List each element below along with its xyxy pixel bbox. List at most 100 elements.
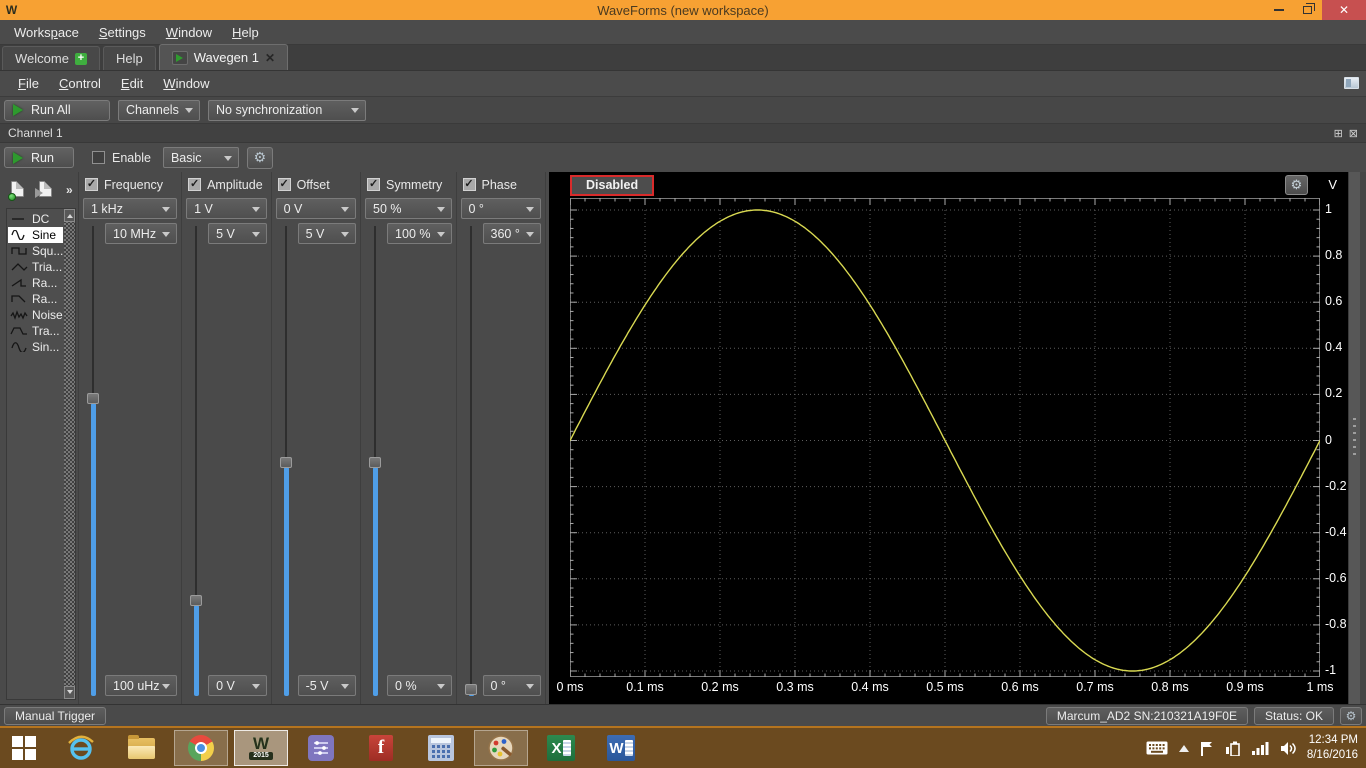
manual-trigger-button[interactable]: Manual Trigger [4,706,107,725]
waveform-label: Tra... [32,324,60,338]
tab-wavegen-1[interactable]: Wavegen 1 ✕ [158,44,289,70]
taskbar-internet-explorer-icon[interactable] [54,728,108,768]
close-tab-icon[interactable]: ✕ [265,51,275,65]
menu-settings[interactable]: Settings [89,20,156,44]
wavegen-menu-file[interactable]: File [8,71,49,96]
battery-icon[interactable] [1225,741,1241,756]
wavegen-menu-edit[interactable]: Edit [111,71,153,96]
system-tray: 12:34 PM 8/16/2016 [1146,733,1366,763]
menu-help[interactable]: Help [222,20,269,44]
taskbar-chrome-icon[interactable] [174,730,228,766]
amplitude-min-dropdown[interactable]: 0 V [208,675,267,696]
device-button[interactable]: Marcum_AD2 SN:210321A19F0E [1045,706,1248,725]
channel-settings-gear-button[interactable] [246,146,273,169]
waveform-item-sinepower[interactable]: Sin... [8,339,63,355]
phase-slider[interactable] [464,226,478,696]
symmetry-min-dropdown[interactable]: 0 % [387,675,452,696]
phase-checkbox[interactable] [462,178,476,191]
amplitude-slider-handle[interactable] [190,595,203,606]
waveform-item-trapezium[interactable]: Tra... [8,323,63,339]
scroll-up-button[interactable] [64,209,75,222]
symmetry-checkbox[interactable] [367,178,381,191]
keyboard-icon[interactable] [1146,741,1168,755]
mode-dropdown[interactable]: Basic [162,147,239,168]
offset-value-dropdown[interactable]: 0 V [275,198,357,219]
add-tab-icon[interactable]: + [74,52,87,65]
waveform-item-sine[interactable]: Sine [8,227,63,243]
offset-max-dropdown[interactable]: 5 V [297,223,357,244]
amplitude-checkbox[interactable] [188,178,202,191]
wavegen-menu-control[interactable]: Control [49,71,111,96]
tab-welcome[interactable]: Welcome + [2,46,100,70]
taskbar-word-icon[interactable]: W [594,728,648,768]
flag-icon[interactable] [1200,741,1214,756]
status-button[interactable]: Status: OK [1253,706,1334,725]
taskbar-excel-icon[interactable]: X [534,728,588,768]
frequency-checkbox[interactable] [85,178,98,191]
offset-slider[interactable] [279,226,293,696]
plot-settings-gear-button[interactable] [1285,175,1308,195]
menu-workspace[interactable]: Works p ace [4,20,89,44]
more-button[interactable]: » [66,183,73,197]
frequency-max-dropdown[interactable]: 10 MHz [105,223,178,244]
run-all-button[interactable]: Run All [4,99,110,121]
clock[interactable]: 12:34 PM 8/16/2016 [1307,733,1358,763]
taskbar-circuit-tool-icon[interactable] [294,728,348,768]
frequency-value-dropdown[interactable]: 1 kHz [83,198,178,219]
play-icon [13,104,23,116]
layout-icon[interactable] [1344,77,1359,89]
waveform-item-noise[interactable]: Noise [8,307,63,323]
waveform-item-rampup[interactable]: Ra... [8,275,63,291]
scroll-down-button[interactable] [64,686,75,699]
symmetry-slider-handle[interactable] [369,457,382,468]
amplitude-slider[interactable] [190,226,203,696]
synchronization-dropdown[interactable]: No synchronization [208,99,366,121]
symmetry-slider[interactable] [369,226,382,696]
waveform-list-scrollbar[interactable] [64,209,75,699]
float-panel-icon[interactable]: ⊞ [1334,127,1343,140]
restore-button[interactable] [1293,0,1322,20]
network-signal-icon[interactable] [1251,741,1269,755]
export-icon[interactable] [8,179,30,201]
frequency-min-dropdown[interactable]: 100 uHz [105,675,178,696]
taskbar-paint-icon[interactable] [474,730,528,766]
close-button[interactable]: ✕ [1322,0,1366,20]
phase-min-dropdown[interactable]: 0 ° [482,675,541,696]
param-offset: Offset 0 V 5 V -5 V [272,172,362,704]
wavegen-menu-window[interactable]: Window [153,71,219,96]
import-icon[interactable] [35,179,58,201]
waveform-item-triangle[interactable]: Tria... [8,259,63,275]
phase-slider-handle[interactable] [464,684,477,695]
phase-value-dropdown[interactable]: 0 ° [460,198,541,219]
symmetry-max-dropdown[interactable]: 100 % [387,223,452,244]
taskbar-calculator-icon[interactable] [414,728,468,768]
taskbar-waveforms-icon[interactable]: W 2015 [234,730,288,766]
minimize-button[interactable] [1264,0,1293,20]
waveform-item-rampdown[interactable]: Ra... [8,291,63,307]
amplitude-value-dropdown[interactable]: 1 V [186,198,267,219]
tab-help[interactable]: Help [102,46,156,70]
taskbar-fritzing-icon[interactable]: f [354,728,408,768]
enable-checkbox[interactable] [92,151,105,164]
waveform-item-square[interactable]: Squ... [8,243,63,259]
start-button[interactable] [0,728,48,768]
show-hidden-icons-button[interactable] [1178,740,1189,752]
offset-checkbox[interactable] [277,178,291,191]
offset-min-dropdown[interactable]: -5 V [297,675,357,696]
settings-gear-button[interactable] [1340,706,1362,725]
menu-window[interactable]: Window [156,20,222,44]
frequency-slider-handle[interactable] [87,393,99,404]
offset-slider-handle[interactable] [279,457,292,468]
waveform-item-dc[interactable]: DC [8,211,63,227]
phase-max-dropdown[interactable]: 360 ° [482,223,541,244]
close-panel-icon[interactable]: ⊠ [1349,127,1358,140]
volume-icon[interactable] [1280,741,1296,756]
symmetry-value-dropdown[interactable]: 50 % [365,198,452,219]
amplitude-max-dropdown[interactable]: 5 V [208,223,267,244]
tab-label: Welcome [15,51,69,66]
run-button[interactable]: Run [4,147,74,168]
taskbar-file-explorer-icon[interactable] [114,728,168,768]
frequency-slider[interactable] [87,226,100,696]
channels-dropdown[interactable]: Channels [118,99,200,121]
splitter-handle[interactable] [1348,172,1360,704]
